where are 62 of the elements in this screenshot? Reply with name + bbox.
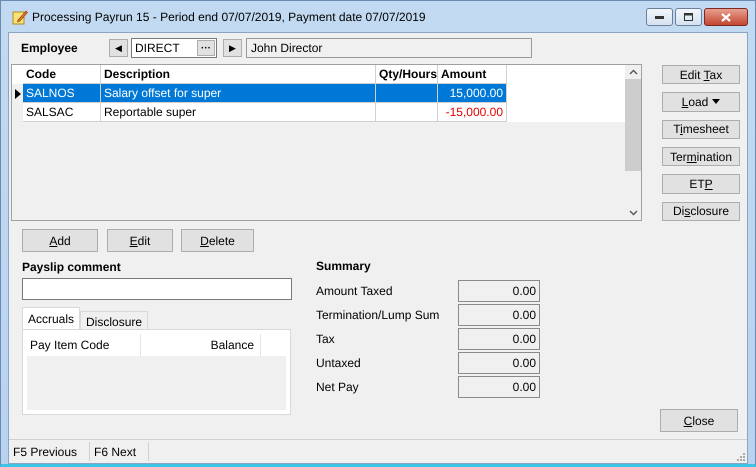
scroll-thumb[interactable] — [625, 79, 641, 171]
summary-label: Untaxed — [316, 356, 362, 370]
maximize-icon — [684, 13, 693, 21]
table-cell: SALNOS — [23, 84, 101, 103]
side-button[interactable]: Load — [662, 92, 740, 112]
status-item[interactable]: F5 Previous — [9, 442, 90, 461]
table-cell: SALSAC — [23, 103, 101, 122]
table-cell: Reportable super — [101, 103, 376, 122]
table-cell — [376, 103, 438, 122]
column-header[interactable]: Code — [23, 65, 101, 84]
lookup-button[interactable]: ··· — [197, 40, 215, 56]
action-button[interactable]: Delete — [181, 229, 254, 252]
summary-title: Summary — [316, 259, 372, 275]
side-button[interactable]: Termination — [662, 146, 740, 166]
table-cell — [376, 84, 438, 103]
tab[interactable]: Accruals — [22, 307, 80, 329]
summary-label: Tax — [316, 332, 336, 346]
column-header[interactable]: Amount — [438, 65, 507, 84]
scroll-down-icon — [628, 210, 638, 216]
scrollbar[interactable] — [625, 65, 641, 220]
table-cell: 15,000.00 — [438, 84, 507, 103]
close-icon — [721, 12, 731, 22]
employee-code-field[interactable]: DIRECT ··· — [131, 38, 217, 58]
payslip-comment-label: Payslip comment — [22, 260, 122, 274]
summary-value-field: 0.00 — [458, 280, 540, 302]
summary-label: Net Pay — [316, 380, 360, 394]
payslip-comment-field[interactable] — [22, 278, 292, 300]
next-employee-button[interactable]: ▶ — [223, 39, 242, 57]
side-button[interactable]: Timesheet — [662, 120, 740, 139]
summary-value-field: 0.00 — [458, 376, 540, 398]
column-header[interactable]: Qty/Hours — [376, 65, 438, 84]
tab[interactable]: Disclosure — [80, 311, 148, 329]
scroll-up-icon — [628, 69, 638, 75]
table-row[interactable]: SALNOS Salary offset for super 15,000.00 — [12, 84, 625, 103]
table-row[interactable]: SALSAC Reportable super -15,000.00 — [12, 103, 625, 122]
side-button[interactable]: Disclosure — [662, 202, 740, 221]
previous-employee-button[interactable]: ◀ — [109, 39, 128, 57]
current-row-icon — [14, 88, 20, 98]
column-header[interactable]: Description — [101, 65, 376, 84]
summary-value-field: 0.00 — [458, 352, 540, 374]
summary-label: Amount Taxed — [316, 284, 394, 298]
close-dialog-button[interactable]: Close — [660, 409, 738, 432]
summary-value-field: 0.00 — [458, 304, 540, 326]
row-header-cell[interactable] — [12, 84, 23, 103]
resize-grip-icon[interactable] — [737, 453, 745, 461]
summary-value-field: 0.00 — [458, 328, 540, 350]
employee-name-field: John Director — [246, 38, 532, 58]
status-item[interactable]: F6 Next — [90, 442, 150, 461]
window-title: Processing Payrun 15 - Period end 07/07/2019, Payment date 07/07/2019 — [32, 10, 426, 24]
summary-label: Termination/Lump Sum — [316, 308, 440, 322]
minimize-icon — [655, 16, 664, 18]
notepad-pencil-icon — [12, 8, 28, 24]
table-cell: Salary offset for super — [101, 84, 376, 103]
maximize-button[interactable] — [675, 8, 702, 26]
employee-label: Employee — [21, 41, 79, 55]
action-button[interactable]: Edit — [107, 229, 173, 252]
side-button[interactable]: ETP — [662, 174, 740, 194]
minimize-button[interactable] — [646, 8, 673, 26]
action-button[interactable]: Add — [22, 229, 98, 252]
table-cell: -15,000.00 — [438, 103, 507, 122]
side-button[interactable]: Edit Tax — [662, 65, 740, 84]
close-button[interactable] — [704, 8, 748, 26]
